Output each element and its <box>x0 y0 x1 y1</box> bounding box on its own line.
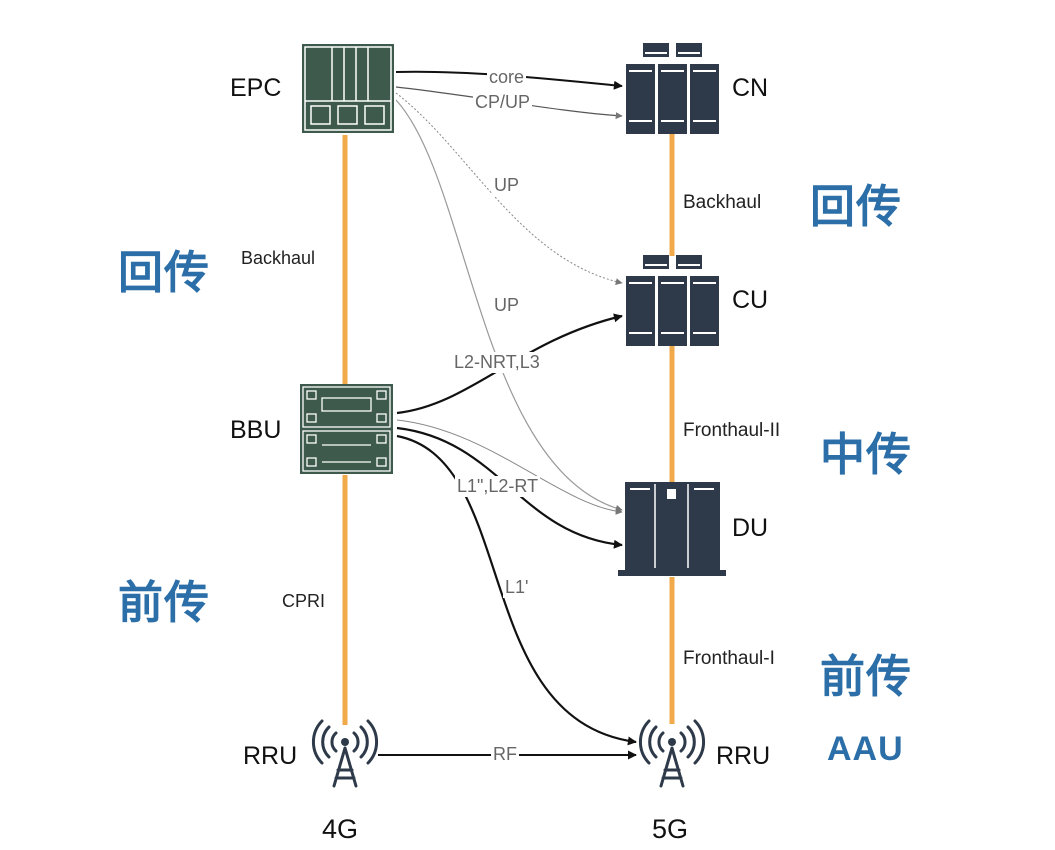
du-rack-icon <box>618 482 726 576</box>
zone-5g-midhaul: 中传 <box>820 429 913 480</box>
arrow-bbu-du-thin <box>396 419 623 515</box>
link-5g-fronthaul-ii-label: Fronthaul-II <box>683 420 781 441</box>
zone-5g-backhaul: 回传 <box>810 181 903 232</box>
zone-5g-aau: AAU <box>827 730 904 768</box>
arrow-l2nrt-l3-label: L2-NRT,L3 <box>452 352 542 373</box>
link-5g-fronthaul-i-label: Fronthaul-I <box>683 648 775 669</box>
link-5g-backhaul-label: Backhaul <box>683 192 762 213</box>
bbu-icon <box>300 384 393 474</box>
gen-5g-label: 5G <box>652 814 689 844</box>
arrow-cpup-label: CP/UP <box>473 92 533 113</box>
cu-server-icon <box>626 255 719 346</box>
bbu-label: BBU <box>230 416 282 444</box>
rru-5g-antenna-icon <box>638 719 706 788</box>
zone-5g-fronthaul: 前传 <box>820 651 913 702</box>
arrow-l1-l2rt-label: L1",L2-RT <box>455 476 541 497</box>
cn-server-icon <box>626 43 719 134</box>
cn-label: CN <box>732 74 769 102</box>
arrow-core-label: core <box>487 67 527 88</box>
rru-4g-label: RRU <box>243 742 298 770</box>
zone-4g-backhaul: 回传 <box>118 247 211 298</box>
gen-4g-label: 4G <box>322 814 359 844</box>
arrow-l1-label: L1' <box>503 577 531 598</box>
link-4g-backhaul-label: Backhaul <box>241 248 316 268</box>
split-architecture-diagram: EPC BBU RRU CN CU DU RRU 4G 5G Backhaul … <box>0 0 1055 850</box>
link-4g-cpri-label: CPRI <box>282 591 326 611</box>
arrow-up-label-2: UP <box>492 295 522 316</box>
rru-5g-label: RRU <box>716 742 771 770</box>
zone-4g-fronthaul: 前传 <box>118 577 211 628</box>
arrow-up-label-1: UP <box>492 175 522 196</box>
du-label: DU <box>732 514 769 542</box>
rru-4g-antenna-icon <box>311 719 379 788</box>
arrow-rf-label: RF <box>491 744 519 765</box>
epc-label: EPC <box>230 74 282 102</box>
epc-icon <box>302 44 394 133</box>
cu-label: CU <box>732 286 769 314</box>
